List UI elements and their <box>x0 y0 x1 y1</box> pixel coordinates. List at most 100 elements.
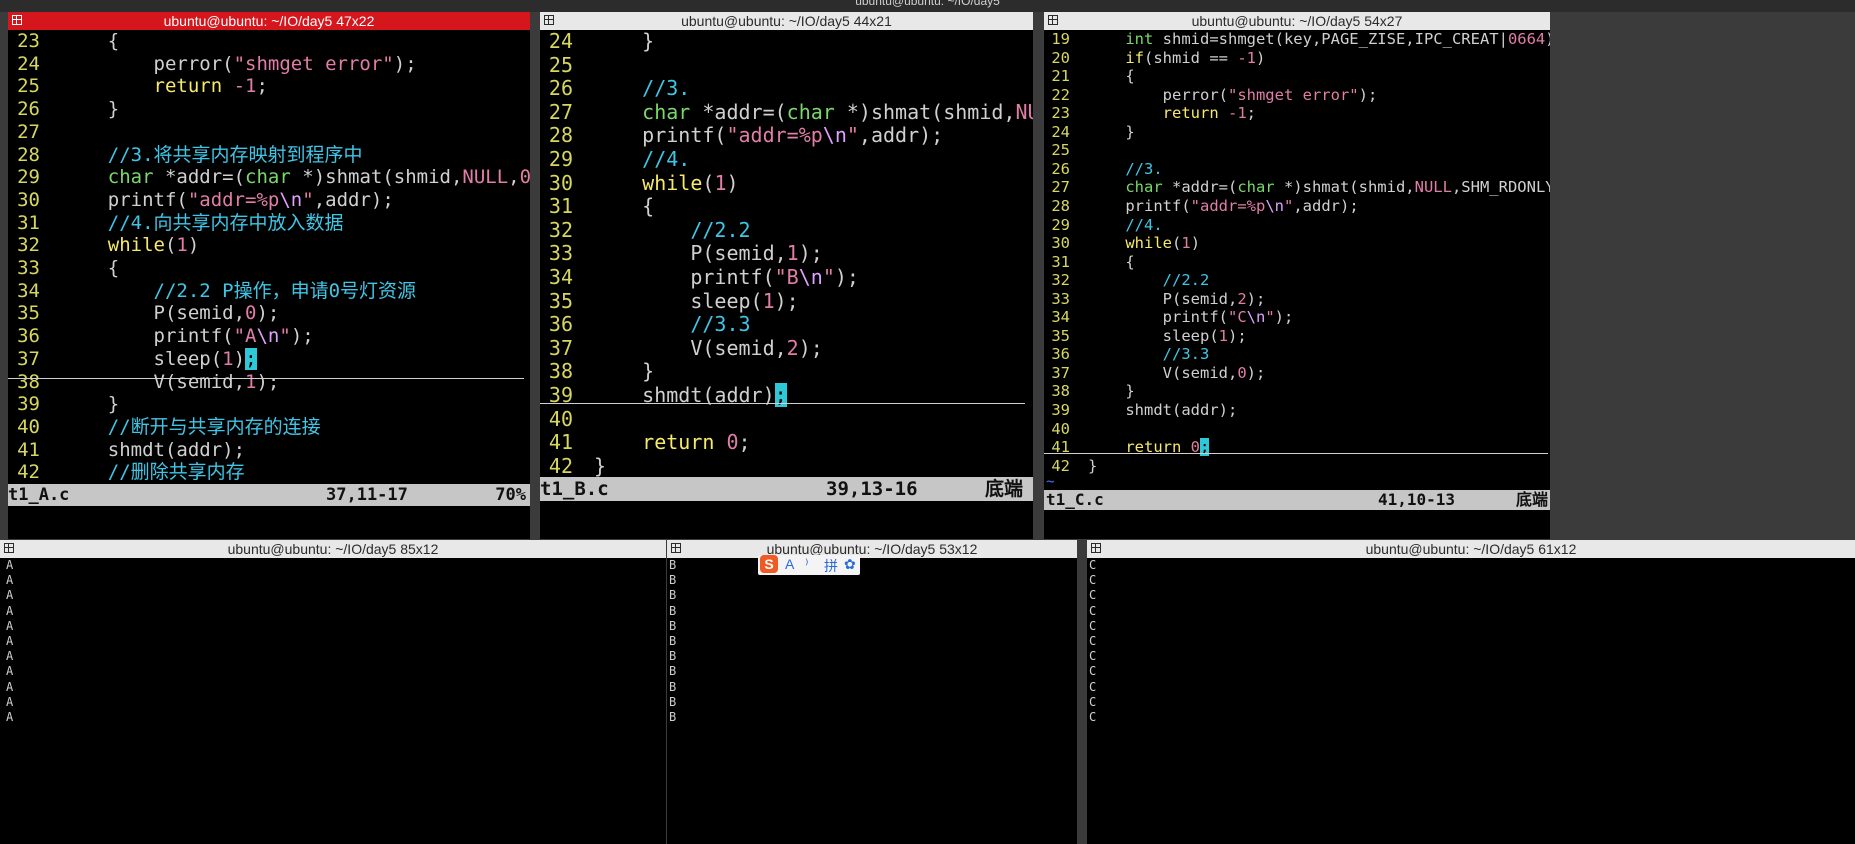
code-line[interactable]: 40 <box>1044 420 1550 439</box>
code-line[interactable]: 27 char *addr=(char *)shmat(shmid,NULL, <box>540 99 1033 125</box>
code-line[interactable]: 35 sleep(1); <box>1044 327 1550 346</box>
code-line[interactable]: 40 <box>540 407 1033 432</box>
code-line[interactable]: 38 } <box>1044 382 1550 401</box>
terminal-window-f[interactable]: ubuntu@ubuntu: ~/IO/day5 61x12 CCCCCCCCC… <box>1087 540 1855 844</box>
line-number: 33 <box>1051 289 1070 308</box>
code-line[interactable]: 36 //3.3 <box>1044 345 1550 364</box>
window-titlebar[interactable]: ubuntu@ubuntu: ~/IO/day5 44x21 <box>540 12 1033 30</box>
sogou-logo-icon[interactable]: S <box>760 555 778 573</box>
code-token: *)shmat(shmid, <box>834 99 1016 124</box>
code-line[interactable]: 28 printf("addr=%p\n",addr); <box>540 124 1033 148</box>
ime-toolbar[interactable]: S A ⁾ 拼 ✿ <box>758 555 860 575</box>
window-titlebar[interactable]: ubuntu@ubuntu: ~/IO/day5 61x12 <box>1087 540 1855 558</box>
code-token: } <box>62 393 120 416</box>
ime-punctuation-toggle[interactable]: ⁾ <box>805 556 808 573</box>
code-token: ); <box>1246 363 1266 382</box>
code-line[interactable]: 23 { <box>8 30 530 53</box>
code-line[interactable]: 34 printf("B\n"); <box>540 265 1033 290</box>
code-token: printf( <box>1088 308 1228 327</box>
vim-editor[interactable]: 23 {24 perror("shmget error"); 25 return … <box>8 30 530 485</box>
code-line[interactable]: 39 shmdt(addr); <box>1044 401 1550 420</box>
code-line[interactable]: 24 } <box>1044 123 1550 142</box>
code-line[interactable]: 28 printf("addr=%p\n",addr); <box>1044 197 1550 216</box>
line-number: 41 <box>17 438 40 461</box>
code-line[interactable]: 37 V(semid,2); <box>540 336 1033 361</box>
terminal-window-d[interactable]: ubuntu@ubuntu: ~/IO/day5 85x12 AAAAAAAAA… <box>0 540 666 844</box>
code-line[interactable]: 30 while(1) <box>1044 234 1550 253</box>
vim-editor[interactable]: 24 } 25 26 //3. 27 char *addr=(char *)shmat… <box>540 29 1033 486</box>
code-line[interactable]: 42} <box>1044 457 1550 476</box>
code-line[interactable]: 34 printf("C\n"); <box>1044 308 1550 327</box>
code-line[interactable]: 41 shmdt(addr); <box>8 439 530 462</box>
code-line[interactable]: 25 <box>540 53 1033 78</box>
code-line[interactable]: 21 { <box>1044 67 1550 86</box>
code-line[interactable]: 38 V(semid,1); <box>8 371 530 394</box>
code-line[interactable]: 20 if(shmid == -1) <box>1044 49 1550 68</box>
vim-editor[interactable]: 19 int shmid=shmget(key,PAGE_ZISE,IPC_CR… <box>1044 30 1550 490</box>
code-line[interactable]: 34 //2.2 P操作，申请0号灯资源 <box>8 280 530 303</box>
code-line[interactable]: 22 perror("shmget error"); <box>1044 86 1550 105</box>
code-line[interactable]: 29 char *addr=(char *)shmat(shmid,NULL,0… <box>8 166 530 189</box>
code-line[interactable]: 23 return -1; <box>1044 104 1550 123</box>
code-token: printf( <box>594 265 775 289</box>
code-line[interactable]: 33 P(semid,2); <box>1044 290 1550 309</box>
code-line[interactable]: 31 //4.向共享内存中放入数据 <box>8 212 530 235</box>
code-line[interactable]: 28 //3.将共享内存映射到程序中 <box>8 144 530 167</box>
code-line[interactable]: 26 //3. <box>540 76 1033 101</box>
ime-language-toggle[interactable]: A <box>785 556 794 572</box>
code-line[interactable]: 27 char *addr=(char *)shmat(shmid,NULL,S… <box>1044 178 1550 197</box>
code-line[interactable]: 36 printf("A\n"); <box>8 325 530 348</box>
code-line[interactable]: 35 P(semid,0); <box>8 302 530 325</box>
code-line[interactable]: 30 while(1) <box>540 171 1033 196</box>
code-line[interactable]: 31 { <box>1044 253 1550 272</box>
code-line[interactable]: 38 } <box>540 360 1033 384</box>
code-line[interactable]: 35 sleep(1); <box>540 289 1033 314</box>
code-token: return <box>642 430 715 455</box>
window-titlebar[interactable]: ubuntu@ubuntu: ~/IO/day5 54x27 <box>1044 12 1550 30</box>
code-line[interactable]: 33 { <box>8 257 530 280</box>
code-line[interactable]: 41 return 0; <box>540 430 1033 455</box>
terminal-window-b[interactable]: ubuntu@ubuntu: ~/IO/day5 44x21 24 } 25 26 … <box>540 12 1033 539</box>
code-line[interactable]: 24 } <box>540 29 1033 54</box>
code-line[interactable]: 40 //断开与共享内存的连接 <box>8 416 530 439</box>
terminal-window-a[interactable]: ubuntu@ubuntu: ~/IO/day5 47x22 23 {24 pe… <box>8 12 530 539</box>
code-line[interactable]: 33 P(semid,1); <box>540 242 1033 266</box>
window-titlebar[interactable]: ubuntu@ubuntu: ~/IO/day5 53x12 <box>667 540 1077 558</box>
code-line[interactable]: 42 //删除共享内存 <box>8 461 530 484</box>
code-line[interactable]: 30 printf("addr=%p\n",addr); <box>8 189 530 212</box>
terminal-window-c[interactable]: ubuntu@ubuntu: ~/IO/day5 54x27 19 int sh… <box>1044 12 1550 539</box>
code-line[interactable]: 32 //2.2 <box>1044 271 1550 290</box>
code-line[interactable]: 25 <box>1044 141 1550 160</box>
code-line[interactable]: 29 //4. <box>1044 216 1550 235</box>
code-line[interactable]: 29 //4. <box>540 147 1033 172</box>
code-line[interactable]: 26 } <box>8 98 530 121</box>
window-titlebar[interactable]: ubuntu@ubuntu: ~/IO/day5 85x12 <box>0 540 666 558</box>
ime-settings-icon[interactable]: ✿ <box>844 556 856 573</box>
code-line[interactable]: 37 sleep(1); <box>8 347 530 371</box>
code-line[interactable]: 42} <box>540 454 1033 479</box>
code-line[interactable]: 36 //3.3 <box>540 312 1033 337</box>
code-line[interactable]: 32 while(1) <box>8 234 530 257</box>
line-number: 40 <box>1051 419 1070 438</box>
code-line[interactable]: 27 <box>8 121 530 144</box>
code-token: //3.3 <box>1162 345 1210 364</box>
code-line[interactable]: 26 //3. <box>1044 160 1550 179</box>
code-line[interactable]: 39 } <box>8 393 530 416</box>
code-token: 1 <box>1218 326 1228 345</box>
code-line[interactable]: 25 return -1; <box>8 75 530 98</box>
code-line[interactable]: 37 V(semid,0); <box>1044 364 1550 383</box>
ime-input-mode[interactable]: 拼 <box>824 556 838 576</box>
code-line[interactable]: 39 shmdt(addr); <box>540 383 1033 408</box>
code-token: NULL <box>462 166 509 189</box>
code-line[interactable]: 32 //2.2 <box>540 218 1033 243</box>
code-line[interactable]: 31 { <box>540 194 1033 219</box>
window-titlebar[interactable]: ubuntu@ubuntu: ~/IO/day5 47x22 <box>8 12 530 30</box>
code-line[interactable]: 19 int shmid=shmget(key,PAGE_ZISE,IPC_CR… <box>1044 30 1550 49</box>
code-text: } <box>62 98 119 121</box>
terminal-window-e[interactable]: ubuntu@ubuntu: ~/IO/day5 53x12 BBBBBBBBB… <box>667 540 1077 844</box>
code-line[interactable]: 24 perror("shmget error"); <box>8 53 530 76</box>
